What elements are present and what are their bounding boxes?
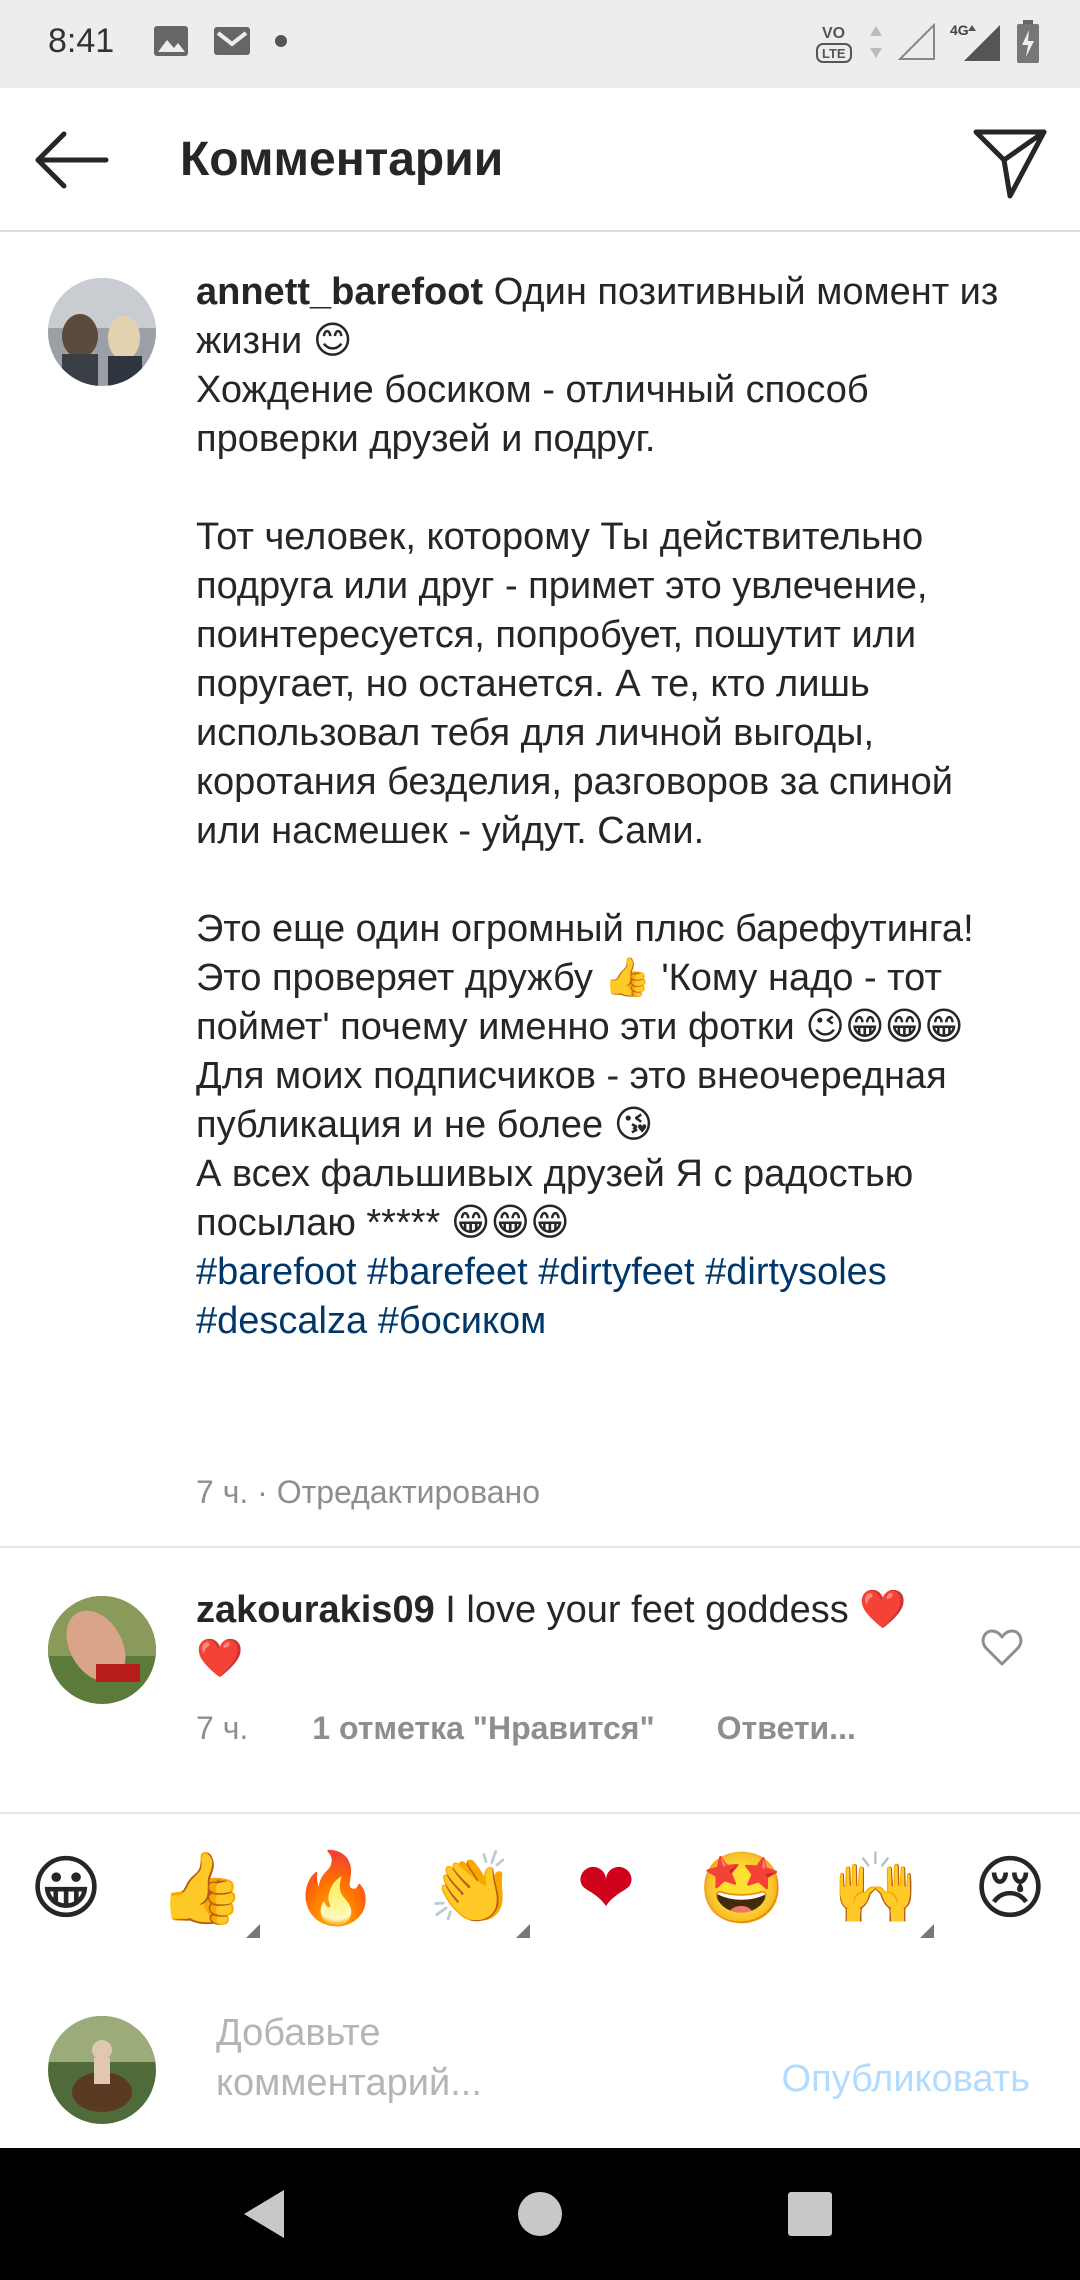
comment-text: zakourakis09 I love your feet goddess ❤️… [196, 1586, 916, 1684]
commenter-username[interactable]: zakourakis09 [196, 1589, 435, 1631]
direct-share-icon[interactable] [968, 118, 1052, 202]
post-meta: 7 ч. · Отредактировано [196, 1474, 540, 1510]
battery-charging-icon [1017, 20, 1039, 63]
nav-back-icon[interactable] [236, 2184, 296, 2244]
own-avatar [48, 2016, 156, 2124]
hashtag-link[interactable]: #босиком [378, 1300, 547, 1342]
data-arrows-icon [870, 26, 882, 58]
publish-button[interactable]: Опубликовать [782, 2058, 1030, 2101]
author-avatar[interactable] [48, 278, 156, 386]
nav-home-icon[interactable] [510, 2184, 570, 2244]
status-time: 8:41 [48, 22, 115, 60]
caption-text: annett_barefoot Один позитивный момент и… [196, 268, 1016, 1346]
hashtag-link[interactable]: #dirtyfeet [538, 1251, 694, 1293]
variants-indicator [516, 1924, 530, 1938]
comment-item: zakourakis09 I love your feet goddess ❤️… [0, 1550, 1080, 1810]
commenter-avatar[interactable] [48, 1596, 156, 1704]
post-caption: annett_barefoot Один позитивный момент и… [0, 232, 1080, 1548]
author-username[interactable]: annett_barefoot [196, 271, 483, 313]
image-icon [154, 26, 188, 56]
header: Комментарии [0, 88, 1080, 232]
signal-empty-icon [898, 23, 935, 60]
star-struck-emoji[interactable]: 🤩 [698, 1844, 786, 1932]
reply-button[interactable]: Ответи... [717, 1710, 856, 1747]
hashtag-link[interactable]: #barefeet [367, 1251, 528, 1293]
fire-emoji[interactable]: 🔥 [292, 1844, 380, 1932]
variants-indicator [920, 1924, 934, 1938]
dot-icon [275, 35, 287, 47]
grinning-face-emoji[interactable]: 😀 [22, 1844, 110, 1932]
red-heart-emoji[interactable]: ❤ [562, 1844, 650, 1932]
hashtag-link[interactable]: #dirtysoles [705, 1251, 887, 1293]
4g-signal-icon: 4G [950, 22, 1000, 61]
status-bar: 8:41 VO LTE 4G [0, 0, 1080, 88]
caption-body: Один позитивный момент из жизни 😊 Хожден… [196, 271, 999, 1244]
emoji-quick-bar: 😀 👍 🔥 👏 ❤ 🤩 🙌 😢 [0, 1812, 1080, 1962]
thumbs-up-emoji[interactable]: 👍 [158, 1844, 260, 1938]
nav-recents-icon[interactable] [780, 2184, 840, 2244]
svg-text:LTE: LTE [822, 46, 846, 61]
volte-icon: VO LTE [816, 25, 852, 63]
back-arrow-icon[interactable] [30, 118, 114, 202]
comment-input[interactable]: Добавьте комментарий... [216, 2008, 656, 2108]
svg-text:4G: 4G [950, 22, 969, 38]
variants-indicator [246, 1924, 260, 1938]
comment-likes-link[interactable]: 1 отметка "Нравится" [312, 1710, 654, 1747]
comment-time: 7 ч. [196, 1710, 249, 1746]
gmail-icon [214, 27, 250, 55]
divider [0, 1546, 1080, 1548]
comment-meta: 7 ч. 1 отметка "Нравится" Ответи... [196, 1710, 856, 1747]
crying-face-emoji[interactable]: 😢 [966, 1844, 1054, 1932]
hashtag-link[interactable]: #descalza [196, 1300, 367, 1342]
like-heart-icon[interactable] [980, 1626, 1024, 1670]
hashtag-link[interactable]: #barefoot [196, 1251, 357, 1293]
clapping-hands-emoji[interactable]: 👏 [428, 1844, 530, 1938]
comment-composer: Добавьте комментарий... Опубликовать [0, 1960, 1080, 2148]
raising-hands-emoji[interactable]: 🙌 [832, 1844, 934, 1938]
page-title: Комментарии [180, 133, 504, 186]
system-navigation-bar [0, 2148, 1080, 2280]
svg-text:VO: VO [822, 25, 845, 42]
